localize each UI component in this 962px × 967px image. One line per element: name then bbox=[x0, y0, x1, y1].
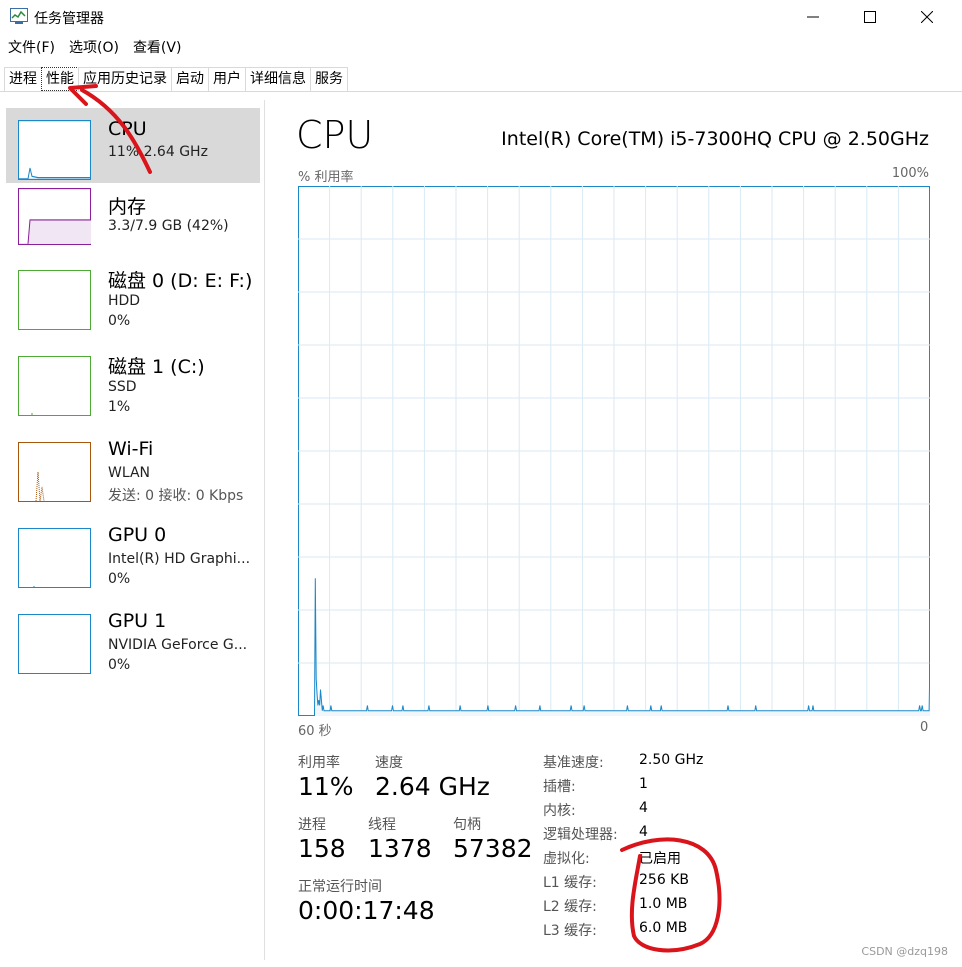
maximize-button[interactable] bbox=[847, 0, 893, 34]
processes-label: 进程 bbox=[298, 817, 326, 833]
sidebar-item-detail: 3.3/7.9 GB (42%) bbox=[108, 218, 229, 234]
title-bar[interactable]: 任务管理器 bbox=[0, 0, 962, 34]
gpu1-thumbnail-graph bbox=[18, 614, 91, 674]
sidebar-item-type: HDD bbox=[108, 293, 141, 309]
sidebar-item-detail: 1% bbox=[108, 399, 131, 415]
menu-view[interactable]: 查看(V) bbox=[125, 36, 188, 60]
close-icon bbox=[921, 11, 933, 23]
gpu0-thumbnail-graph bbox=[18, 528, 91, 588]
page-title: CPU bbox=[296, 113, 374, 157]
utilization-value: 11% bbox=[298, 772, 354, 801]
maximize-icon bbox=[864, 11, 876, 23]
graph-x-right-label: 0 bbox=[920, 720, 929, 735]
l2-cache-value: 1.0 MB bbox=[639, 896, 688, 912]
handles-value: 57382 bbox=[453, 834, 533, 863]
menu-options[interactable]: 选项(O) bbox=[61, 36, 125, 60]
disk0-thumbnail-graph bbox=[18, 270, 91, 330]
menu-file[interactable]: 文件(F) bbox=[0, 36, 61, 60]
logical-processors-value: 4 bbox=[639, 824, 648, 840]
sidebar-item-type: Intel(R) HD Graphi... bbox=[108, 551, 251, 567]
sidebar-item-title: GPU 1 bbox=[108, 610, 167, 632]
sidebar-divider bbox=[264, 100, 265, 960]
logical-processors-label: 逻辑处理器: bbox=[543, 827, 618, 843]
cpu-model-name: Intel(R) Core(TM) i5-7300HQ CPU @ 2.50GH… bbox=[501, 128, 929, 150]
sidebar-item-title: CPU bbox=[108, 118, 147, 140]
l3-cache-value: 6.0 MB bbox=[639, 920, 688, 936]
sidebar-item-disk0[interactable]: 磁盘 0 (D: E: F:) HDD 0% bbox=[6, 264, 260, 344]
memory-thumbnail-graph bbox=[18, 188, 91, 245]
sidebar-item-detail: 0% bbox=[108, 657, 131, 673]
speed-value: 2.64 GHz bbox=[375, 772, 490, 801]
menu-bar: 文件(F) 选项(O) 查看(V) bbox=[0, 36, 187, 60]
sidebar-item-title: 内存 bbox=[108, 196, 147, 218]
tab-strip: 进程 性能 应用历史记录 启动 用户 详细信息 服务 bbox=[4, 67, 348, 91]
minimize-button[interactable] bbox=[790, 0, 836, 34]
sidebar-item-detail: 11% 2.64 GHz bbox=[108, 144, 208, 160]
sockets-value: 1 bbox=[639, 776, 648, 792]
minimize-icon bbox=[807, 16, 819, 18]
sidebar-item-gpu1[interactable]: GPU 1 NVIDIA GeForce G... 0% bbox=[6, 608, 260, 688]
l1-cache-value: 256 KB bbox=[639, 872, 689, 888]
speed-label: 速度 bbox=[375, 755, 403, 771]
virtualization-value: 已启用 bbox=[639, 851, 681, 867]
tab-app-history[interactable]: 应用历史记录 bbox=[78, 67, 172, 91]
cores-value: 4 bbox=[639, 800, 648, 816]
threads-value: 1378 bbox=[368, 834, 432, 863]
sidebar-item-type: NVIDIA GeForce G... bbox=[108, 637, 248, 653]
graph-grid bbox=[298, 186, 930, 716]
handles-label: 句柄 bbox=[453, 817, 481, 833]
graph-y-label: % 利用率 bbox=[298, 170, 354, 185]
sidebar-item-title: GPU 0 bbox=[108, 524, 167, 546]
virtualization-label: 虚拟化: bbox=[543, 851, 590, 867]
l1-cache-label: L1 缓存: bbox=[543, 875, 597, 891]
tab-details[interactable]: 详细信息 bbox=[245, 67, 311, 91]
sockets-label: 插槽: bbox=[543, 779, 576, 795]
performance-sidebar: CPU 11% 2.64 GHz 内存 3.3/7.9 GB (42%) 磁盘 … bbox=[0, 92, 264, 967]
processes-value: 158 bbox=[298, 834, 346, 863]
sidebar-item-detail: 0% bbox=[108, 571, 131, 587]
threads-label: 线程 bbox=[368, 817, 396, 833]
wifi-thumbnail-graph bbox=[18, 442, 91, 502]
sidebar-item-disk1[interactable]: 磁盘 1 (C:) SSD 1% bbox=[6, 350, 260, 430]
sidebar-item-detail: 发送: 0 接收: 0 Kbps bbox=[108, 488, 244, 504]
sidebar-item-title: 磁盘 0 (D: E: F:) bbox=[108, 270, 253, 292]
l2-cache-label: L2 缓存: bbox=[543, 899, 597, 915]
close-button[interactable] bbox=[904, 0, 950, 34]
tab-startup[interactable]: 启动 bbox=[171, 67, 209, 91]
sidebar-item-title: Wi-Fi bbox=[108, 438, 154, 460]
l3-cache-label: L3 缓存: bbox=[543, 923, 597, 939]
sidebar-item-gpu0[interactable]: GPU 0 Intel(R) HD Graphi... 0% bbox=[6, 522, 260, 602]
sidebar-item-detail: 0% bbox=[108, 313, 131, 329]
graph-x-left-label: 60 秒 bbox=[298, 724, 332, 739]
uptime-value: 0:00:17:48 bbox=[298, 896, 435, 925]
base-speed-label: 基准速度: bbox=[543, 755, 604, 771]
cores-label: 内核: bbox=[543, 803, 576, 819]
base-speed-value: 2.50 GHz bbox=[639, 752, 704, 768]
disk1-thumbnail-graph bbox=[18, 356, 91, 416]
utilization-label: 利用率 bbox=[298, 755, 340, 771]
cpu-thumbnail-graph bbox=[18, 120, 91, 180]
uptime-label: 正常运行时间 bbox=[298, 879, 382, 895]
window-title: 任务管理器 bbox=[34, 11, 104, 27]
tab-performance[interactable]: 性能 bbox=[41, 67, 79, 91]
cpu-utilization-graph bbox=[298, 186, 930, 716]
sidebar-item-cpu[interactable]: CPU 11% 2.64 GHz bbox=[6, 108, 260, 183]
graph-y-max: 100% bbox=[891, 166, 929, 181]
tab-users[interactable]: 用户 bbox=[208, 67, 246, 91]
tab-processes[interactable]: 进程 bbox=[4, 67, 42, 91]
sidebar-item-title: 磁盘 1 (C:) bbox=[108, 356, 205, 378]
watermark: CSDN @dzq198 bbox=[861, 945, 948, 958]
task-manager-icon bbox=[10, 8, 28, 24]
sidebar-item-type: WLAN bbox=[108, 465, 151, 481]
sidebar-item-wifi[interactable]: Wi-Fi WLAN 发送: 0 接收: 0 Kbps bbox=[6, 436, 260, 516]
tab-services[interactable]: 服务 bbox=[310, 67, 348, 91]
sidebar-item-memory[interactable]: 内存 3.3/7.9 GB (42%) bbox=[6, 188, 260, 258]
sidebar-item-type: SSD bbox=[108, 379, 137, 395]
